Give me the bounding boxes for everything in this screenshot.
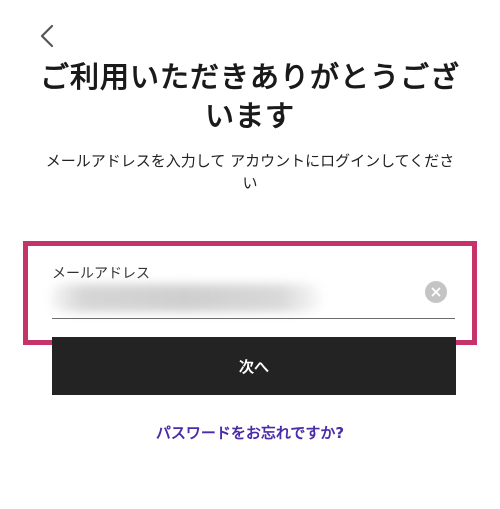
input-underline xyxy=(52,318,455,319)
close-icon xyxy=(431,287,441,297)
next-button[interactable]: 次へ xyxy=(52,337,456,395)
chevron-left-icon xyxy=(40,24,54,48)
email-field[interactable] xyxy=(52,280,406,316)
forgot-password-link[interactable]: パスワードをお忘れですか? xyxy=(0,422,500,443)
page-title: ご利用いただきありがとうございます xyxy=(39,60,460,133)
page-subtitle: メールアドレスを入力して アカウントにログインしてください xyxy=(45,152,455,192)
back-button[interactable] xyxy=(32,20,64,52)
clear-input-button[interactable] xyxy=(425,281,447,303)
